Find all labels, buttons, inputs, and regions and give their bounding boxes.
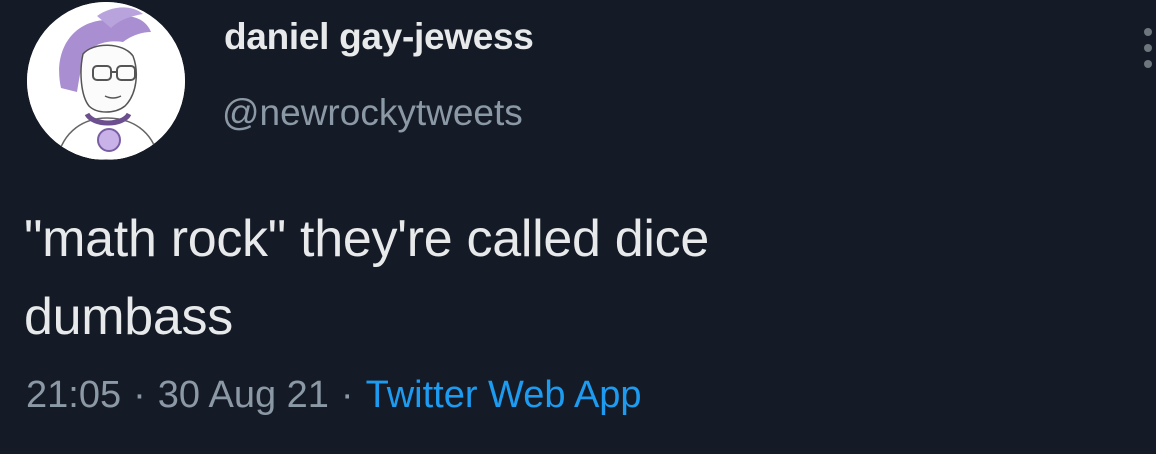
separator: · bbox=[340, 374, 354, 416]
tweet-text: "math rock" they're called dice dumbass bbox=[24, 210, 709, 346]
tweet-metadata: 21:05 · 30 Aug 21 · Twitter Web App bbox=[26, 374, 642, 417]
tweet-card: daniel gay-jewess @newrockytweets "math … bbox=[0, 0, 1156, 454]
display-name[interactable]: daniel gay-jewess bbox=[224, 16, 534, 58]
tweet-date[interactable]: 30 Aug 21 bbox=[158, 374, 329, 416]
more-options-icon[interactable] bbox=[1138, 24, 1156, 84]
tweet-source-link[interactable]: Twitter Web App bbox=[366, 374, 642, 416]
tweet-time[interactable]: 21:05 bbox=[26, 374, 121, 416]
separator: · bbox=[133, 374, 146, 416]
username-handle[interactable]: @newrockytweets bbox=[222, 92, 523, 134]
avatar[interactable] bbox=[27, 2, 185, 160]
cartoon-person-avatar-icon bbox=[27, 2, 185, 160]
